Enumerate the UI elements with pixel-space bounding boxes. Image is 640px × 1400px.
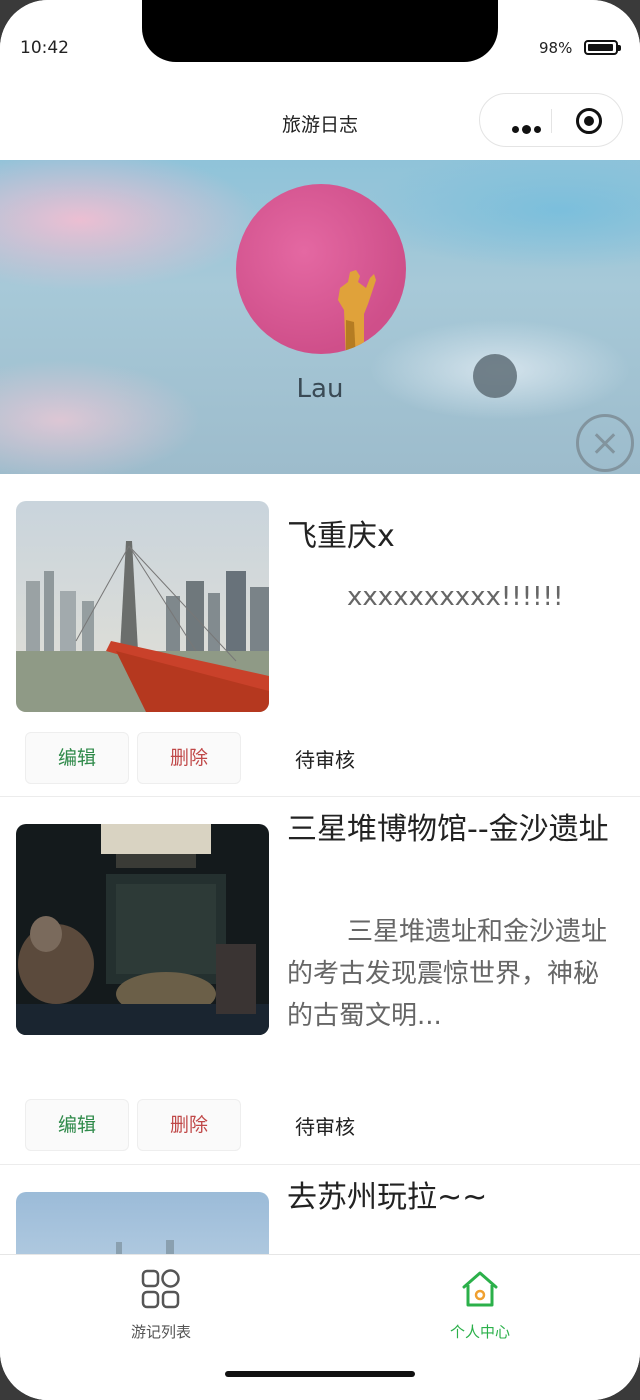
post-title: 飞重庆x bbox=[287, 519, 395, 554]
statue-figure-icon bbox=[338, 270, 376, 354]
review-status: 待审核 bbox=[295, 748, 355, 772]
battery-percent: 98% bbox=[539, 39, 573, 57]
review-status: 待审核 bbox=[295, 1115, 355, 1139]
delete-button[interactable]: 删除 bbox=[137, 1099, 241, 1151]
tab-profile[interactable]: 个人中心 bbox=[400, 1267, 560, 1342]
grid-icon bbox=[141, 1269, 180, 1309]
avatar[interactable] bbox=[236, 184, 406, 354]
bridge-photo bbox=[16, 501, 269, 712]
tab-label: 个人中心 bbox=[449, 1323, 510, 1341]
battery-icon bbox=[584, 40, 621, 55]
tab-travel-list[interactable]: 游记列表 bbox=[81, 1267, 241, 1342]
tab-bar: 游记列表 个人中心 bbox=[0, 1254, 640, 1400]
more-icon[interactable] bbox=[512, 118, 544, 137]
delete-button[interactable]: 删除 bbox=[137, 732, 241, 784]
post-title: 去苏州玩拉~~ bbox=[287, 1180, 488, 1215]
status-time: 10:42 bbox=[20, 38, 69, 58]
phone-screen: 10:42 98% 旅游日志 Lau 飞重庆x xxxxxxxxxx!!!!!!… bbox=[0, 0, 640, 1400]
home-indicator bbox=[225, 1371, 415, 1377]
username: Lau bbox=[296, 374, 344, 404]
mini-program-capsule bbox=[479, 93, 623, 147]
profile-banner: Lau bbox=[0, 160, 640, 474]
notch bbox=[142, 0, 498, 62]
post-thumbnail[interactable] bbox=[16, 501, 269, 712]
tab-label: 游记列表 bbox=[130, 1323, 191, 1341]
list-item[interactable]: 三星堆博物馆--金沙遗址 三星堆遗址和金沙遗址的考古发现震惊世界，神秘的古蜀文明… bbox=[0, 797, 640, 1165]
navigation-bar: 旅游日志 bbox=[0, 90, 640, 160]
floating-button[interactable] bbox=[473, 354, 517, 398]
close-icon[interactable] bbox=[576, 414, 634, 472]
home-icon bbox=[462, 1271, 498, 1307]
museum-photo bbox=[16, 824, 269, 1035]
edit-button[interactable]: 编辑 bbox=[25, 1099, 129, 1151]
post-description: xxxxxxxxxx!!!!!! bbox=[347, 582, 564, 612]
capsule-divider bbox=[551, 109, 552, 133]
post-title: 三星堆博物馆--金沙遗址 bbox=[287, 812, 609, 847]
list-item[interactable]: 飞重庆x xxxxxxxxxx!!!!!! 编辑 删除 待审核 bbox=[0, 474, 640, 797]
post-description: 三星堆遗址和金沙遗址的考古发现震惊世界，神秘的古蜀文明... bbox=[287, 917, 608, 1031]
close-miniprogram-icon[interactable] bbox=[576, 108, 602, 134]
post-thumbnail[interactable] bbox=[16, 824, 269, 1035]
edit-button[interactable]: 编辑 bbox=[25, 732, 129, 784]
